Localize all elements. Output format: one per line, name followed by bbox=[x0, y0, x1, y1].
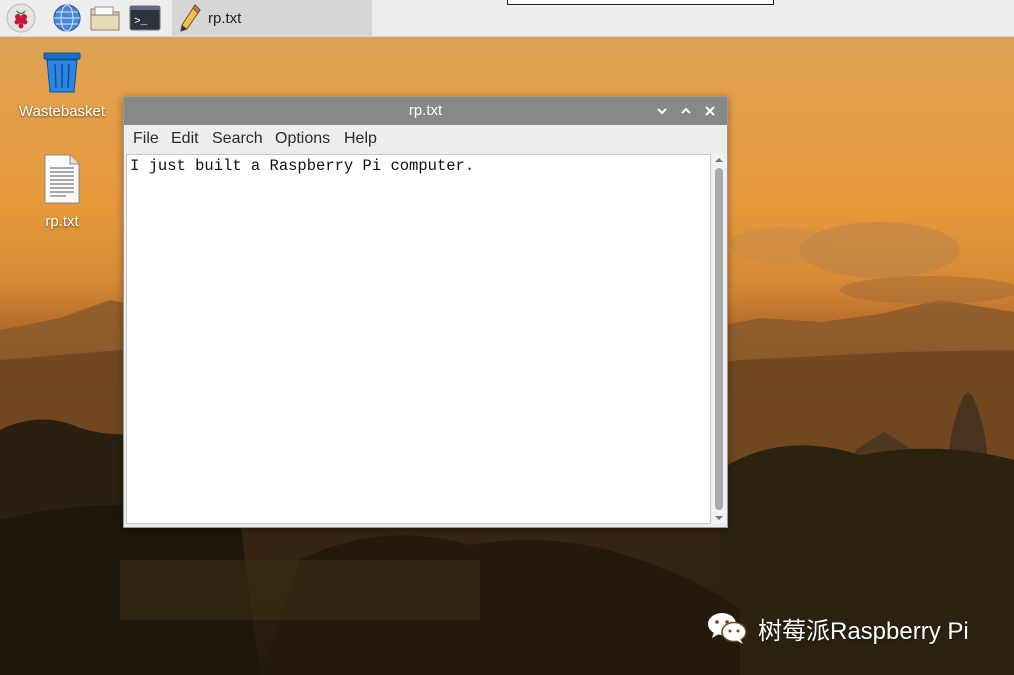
desktop-icon-rp-txt[interactable]: rp.txt bbox=[12, 154, 112, 230]
watermark-text: 树莓派Raspberry Pi bbox=[758, 617, 969, 645]
desktop-icon-label: rp.txt bbox=[45, 213, 79, 230]
desktop-icon-wastebasket[interactable]: Wastebasket bbox=[12, 50, 112, 120]
minimize-icon[interactable] bbox=[654, 103, 670, 119]
globe-icon bbox=[53, 4, 81, 32]
menu-search[interactable]: Search bbox=[212, 125, 263, 153]
text-file-icon bbox=[44, 154, 80, 204]
taskbar-task-label: rp.txt bbox=[208, 9, 242, 27]
menu-bar: File Edit Search Options Help bbox=[124, 125, 727, 153]
taskbar-task-rp-txt[interactable]: rp.txt bbox=[172, 0, 372, 36]
terminal-button[interactable]: >_ bbox=[128, 2, 162, 34]
editor-content: I just built a Raspberry Pi computer. bbox=[130, 157, 475, 175]
taskbar: >_ rp.txt bbox=[0, 0, 1014, 37]
text-editor-window: rp.txt File Edit Search Options Help I j… bbox=[123, 96, 728, 528]
taskbar-drop-box bbox=[507, 0, 774, 5]
menu-edit[interactable]: Edit bbox=[171, 125, 199, 153]
menu-options[interactable]: Options bbox=[275, 125, 330, 153]
watermark: 树莓派Raspberry Pi bbox=[706, 608, 969, 648]
web-browser-button[interactable] bbox=[50, 2, 84, 34]
scroll-down-icon[interactable] bbox=[712, 512, 726, 524]
folder-icon bbox=[90, 6, 120, 31]
window-titlebar[interactable]: rp.txt bbox=[124, 97, 727, 125]
wechat-icon bbox=[708, 613, 747, 644]
scrollbar-thumb[interactable] bbox=[715, 168, 723, 510]
raspberry-icon bbox=[6, 3, 36, 33]
pencil-icon bbox=[180, 4, 201, 32]
desktop-icon-label: Wastebasket bbox=[18, 103, 106, 120]
menu-file[interactable]: File bbox=[133, 125, 159, 153]
text-editor-area[interactable]: I just built a Raspberry Pi computer. bbox=[126, 154, 711, 524]
trash-icon bbox=[43, 52, 81, 93]
menu-help[interactable]: Help bbox=[344, 125, 377, 153]
file-manager-button[interactable] bbox=[88, 2, 122, 34]
window-title: rp.txt bbox=[408, 102, 443, 119]
vertical-scrollbar[interactable] bbox=[712, 154, 726, 524]
raspberry-menu-button[interactable] bbox=[4, 2, 38, 34]
close-icon[interactable] bbox=[702, 103, 718, 119]
maximize-icon[interactable] bbox=[678, 103, 694, 119]
scroll-up-icon[interactable] bbox=[712, 154, 726, 166]
svg-text:>_: >_ bbox=[134, 16, 148, 28]
terminal-icon: >_ bbox=[129, 5, 161, 31]
